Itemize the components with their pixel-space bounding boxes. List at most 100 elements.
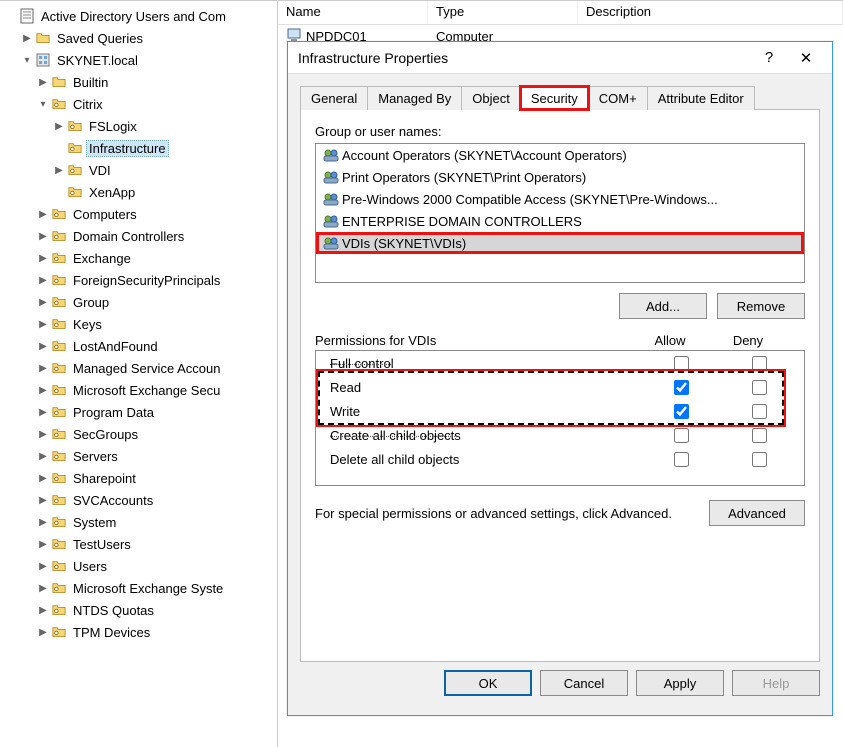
chevron-right-icon[interactable]: ▶ [36, 495, 50, 506]
chevron-right-icon[interactable]: ▶ [36, 627, 50, 638]
group-item[interactable]: Pre-Windows 2000 Compatible Access (SKYN… [316, 188, 804, 210]
tree-node[interactable]: ▶TestUsers [0, 533, 277, 555]
chevron-right-icon[interactable]: ▶ [36, 429, 50, 440]
tree-node[interactable]: ▶ForeignSecurityPrincipals [0, 269, 277, 291]
tab-com-plus[interactable]: COM+ [588, 86, 648, 110]
chevron-right-icon[interactable]: ▶ [36, 363, 50, 374]
group-item[interactable]: ENTERPRISE DOMAIN CONTROLLERS [316, 210, 804, 232]
group-item[interactable]: Print Operators (SKYNET\Print Operators) [316, 166, 804, 188]
deny-checkbox[interactable] [752, 452, 767, 467]
chevron-right-icon[interactable]: ▶ [36, 385, 50, 396]
security-tab-page: Group or user names: Account Operators (… [300, 110, 820, 662]
chevron-right-icon[interactable]: ▶ [52, 121, 66, 132]
chevron-down-icon[interactable]: ▾ [36, 99, 50, 110]
deny-checkbox[interactable] [752, 428, 767, 443]
tree-builtin[interactable]: ▶ Builtin [0, 71, 277, 93]
tree-node[interactable]: ▶System [0, 511, 277, 533]
chevron-right-icon[interactable]: ▶ [52, 165, 66, 176]
advanced-button[interactable]: Advanced [709, 500, 805, 526]
chevron-right-icon[interactable]: ▶ [36, 253, 50, 264]
tree-node[interactable]: ▶Sharepoint [0, 467, 277, 489]
chevron-down-icon[interactable]: ▾ [20, 55, 34, 66]
chevron-right-icon[interactable]: ▶ [36, 605, 50, 616]
allow-checkbox[interactable] [674, 404, 689, 419]
chevron-right-icon[interactable]: ▶ [36, 407, 50, 418]
remove-button[interactable]: Remove [717, 293, 805, 319]
apply-button[interactable]: Apply [636, 670, 724, 696]
tab-object[interactable]: Object [461, 86, 521, 110]
tree-fslogix[interactable]: ▶ FSLogix [0, 115, 277, 137]
allow-checkbox[interactable] [674, 452, 689, 467]
tree-node[interactable]: ▶SVCAccounts [0, 489, 277, 511]
group-item-label: Pre-Windows 2000 Compatible Access (SKYN… [342, 192, 718, 207]
tree-node[interactable]: ▶LostAndFound [0, 335, 277, 357]
tab-general[interactable]: General [300, 86, 368, 110]
allow-checkbox[interactable] [674, 380, 689, 395]
permission-name: Read [322, 380, 642, 395]
tab-attribute-editor[interactable]: Attribute Editor [647, 86, 755, 110]
group-names-label: Group or user names: [315, 124, 805, 139]
tree-saved-queries[interactable]: ▶ Saved Queries [0, 27, 277, 49]
chevron-right-icon[interactable]: ▶ [36, 561, 50, 572]
tab-security[interactable]: Security [520, 86, 589, 110]
tree-node[interactable]: ▶Microsoft Exchange Secu [0, 379, 277, 401]
chevron-right-icon[interactable]: ▶ [36, 539, 50, 550]
chevron-right-icon[interactable]: ▶ [36, 451, 50, 462]
tree-label: Microsoft Exchange Syste [70, 580, 226, 597]
group-item-vdis[interactable]: VDIs (SKYNET\VDIs) [316, 232, 804, 254]
chevron-right-icon[interactable]: ▶ [36, 517, 50, 528]
tab-managed-by[interactable]: Managed By [367, 86, 462, 110]
column-type[interactable]: Type [428, 1, 578, 24]
deny-checkbox[interactable] [752, 356, 767, 371]
column-description[interactable]: Description [578, 1, 843, 24]
help-button[interactable]: Help [732, 670, 820, 696]
chevron-right-icon[interactable]: ▶ [36, 77, 50, 88]
chevron-right-icon[interactable]: ▶ [36, 209, 50, 220]
tree-node[interactable]: ▶Keys [0, 313, 277, 335]
chevron-right-icon[interactable]: ▶ [36, 275, 50, 286]
tree-citrix[interactable]: ▾ Citrix [0, 93, 277, 115]
deny-checkbox[interactable] [752, 404, 767, 419]
tree-root[interactable]: ▶ Active Directory Users and Com [0, 5, 277, 27]
tree-node[interactable]: ▶Program Data [0, 401, 277, 423]
tree-infrastructure[interactable]: ▶ Infrastructure [0, 137, 277, 159]
tree-node[interactable]: ▶Servers [0, 445, 277, 467]
allow-checkbox[interactable] [674, 428, 689, 443]
tree-node[interactable]: ▶Exchange [0, 247, 277, 269]
allow-checkbox[interactable] [674, 356, 689, 371]
deny-checkbox[interactable] [752, 380, 767, 395]
tree-label: Builtin [70, 74, 111, 91]
tree-xenapp[interactable]: ▶ XenApp [0, 181, 277, 203]
tree-domain[interactable]: ▾ SKYNET.local [0, 49, 277, 71]
tree-vdi[interactable]: ▶ VDI [0, 159, 277, 181]
tree-node[interactable]: ▶Computers [0, 203, 277, 225]
ou-icon [66, 183, 84, 201]
chevron-right-icon[interactable]: ▶ [36, 297, 50, 308]
tree-node[interactable]: ▶Managed Service Accoun [0, 357, 277, 379]
permissions-list[interactable]: Full controlReadWriteCreate all child ob… [315, 350, 805, 486]
group-list[interactable]: Account Operators (SKYNET\Account Operat… [315, 143, 805, 283]
dialog-titlebar[interactable]: Infrastructure Properties ? ✕ [288, 42, 832, 74]
chevron-right-icon[interactable]: ▶ [36, 231, 50, 242]
tree-node[interactable]: ▶Users [0, 555, 277, 577]
ok-button[interactable]: OK [444, 670, 532, 696]
column-name[interactable]: Name [278, 1, 428, 24]
chevron-right-icon[interactable]: ▶ [36, 583, 50, 594]
tree-node[interactable]: ▶SecGroups [0, 423, 277, 445]
group-item[interactable]: Account Operators (SKYNET\Account Operat… [316, 144, 804, 166]
chevron-right-icon[interactable]: ▶ [20, 33, 34, 44]
chevron-right-icon[interactable]: ▶ [36, 341, 50, 352]
tree-node[interactable]: ▶TPM Devices [0, 621, 277, 643]
tree-node[interactable]: ▶Domain Controllers [0, 225, 277, 247]
chevron-right-icon[interactable]: ▶ [36, 473, 50, 484]
add-button[interactable]: Add... [619, 293, 707, 319]
cancel-button[interactable]: Cancel [540, 670, 628, 696]
tree-node[interactable]: ▶ Microsoft Exchange Syste [0, 577, 277, 599]
help-icon[interactable]: ? [752, 49, 786, 66]
tree-node[interactable]: ▶Group [0, 291, 277, 313]
group-item-label: VDIs (SKYNET\VDIs) [342, 236, 466, 251]
tree-node[interactable]: ▶NTDS Quotas [0, 599, 277, 621]
tree-pane[interactable]: ▶ Active Directory Users and Com ▶ Saved… [0, 1, 278, 747]
chevron-right-icon[interactable]: ▶ [36, 319, 50, 330]
close-icon[interactable]: ✕ [786, 49, 826, 67]
